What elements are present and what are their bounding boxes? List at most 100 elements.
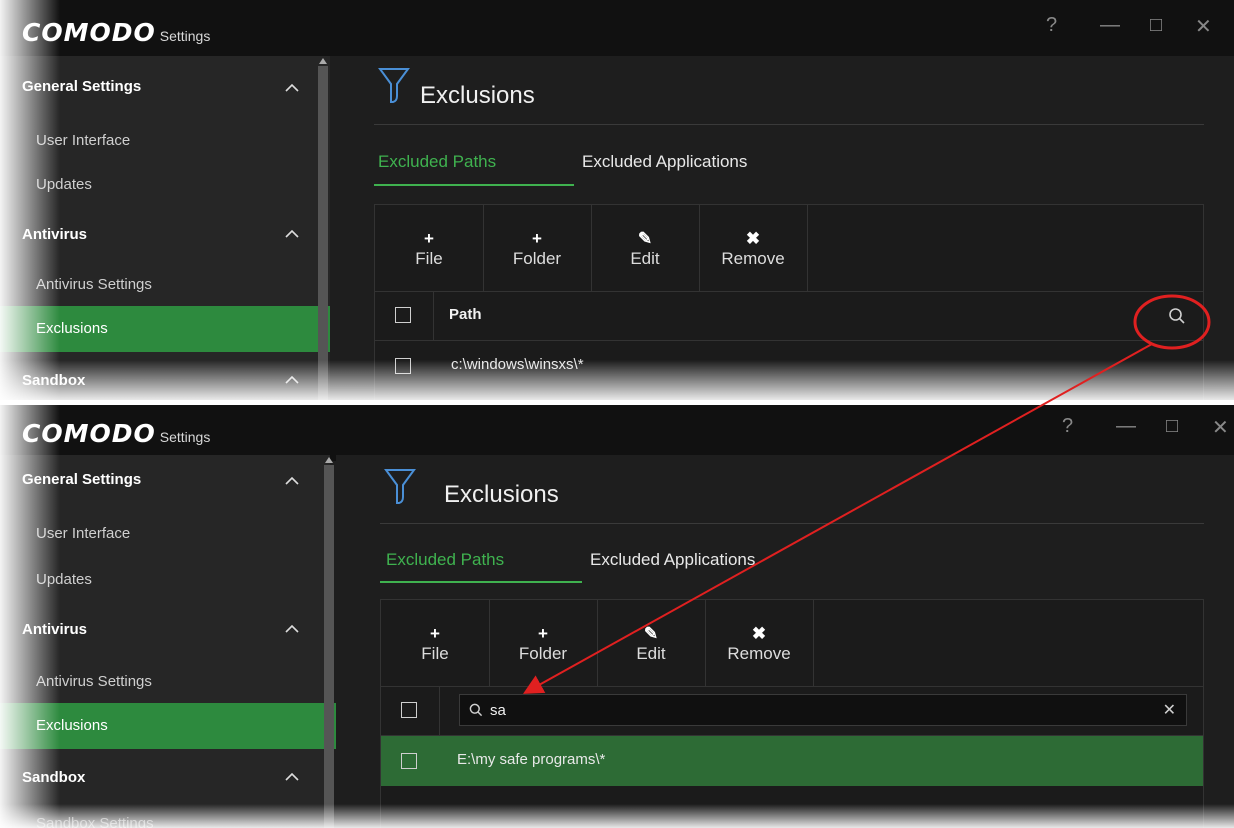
search-input[interactable]: sa — [490, 702, 506, 719]
edit-button-label: Edit — [636, 644, 666, 663]
sidebar-item-sandbox[interactable]: Sandbox — [0, 372, 338, 389]
sidebar: General Settings User Interface Updates … — [0, 455, 356, 828]
sidebar-item-sandbox[interactable]: Sandbox — [0, 769, 338, 786]
sidebar-item-sandbox-settings[interactable]: Sandbox Settings — [0, 815, 352, 828]
remove-button-label: Remove — [727, 644, 791, 663]
sidebar-item-label: Updates — [36, 571, 92, 588]
search-icon[interactable] — [1167, 306, 1187, 326]
sidebar-item-exclusions[interactable]: Exclusions — [0, 306, 352, 352]
sidebar-item-label: Antivirus — [22, 621, 88, 638]
select-all-checkbox[interactable] — [401, 702, 417, 718]
window-subtitle: Settings — [159, 28, 211, 44]
sidebar-item-label: Exclusions — [36, 320, 108, 337]
tab-excluded-paths[interactable]: Excluded Paths — [378, 152, 496, 172]
folder-button-label: Folder — [518, 644, 568, 663]
sidebar-item-label: Sandbox — [22, 769, 86, 786]
folder-button[interactable]: + Folder — [483, 205, 592, 291]
comodo-logo: COMODO Settings — [22, 419, 210, 448]
settings-window-after: COMODO Settings ? — □ ✕ General Settings … — [0, 405, 1234, 828]
edit-button[interactable]: ✎ Edit — [597, 600, 706, 686]
title-divider — [374, 124, 1204, 125]
funnel-icon — [384, 469, 416, 504]
plus-icon: + — [424, 229, 434, 248]
chevron-up-icon — [285, 83, 299, 92]
active-tab-indicator — [374, 184, 574, 186]
window-subtitle: Settings — [159, 429, 211, 445]
sidebar-item-label: User Interface — [36, 525, 131, 542]
sidebar-item-general-settings[interactable]: General Settings — [0, 471, 338, 488]
select-all-checkbox[interactable] — [395, 307, 411, 323]
search-field[interactable]: sa ✕ — [459, 694, 1187, 726]
pencil-icon: ✎ — [637, 229, 653, 248]
scroll-up-arrow-icon[interactable] — [319, 58, 327, 64]
chevron-up-icon — [285, 476, 299, 485]
sidebar-item-user-interface[interactable]: User Interface — [0, 525, 352, 542]
row-checkbox[interactable] — [395, 358, 411, 374]
folder-button-label: Folder — [512, 249, 562, 268]
title-divider — [380, 523, 1204, 524]
clear-search-icon[interactable]: ✕ — [1163, 700, 1176, 720]
title-bar: COMODO Settings ? — □ ✕ — [0, 405, 1234, 461]
chevron-up-icon — [285, 375, 299, 384]
sidebar-item-label: General Settings — [22, 471, 142, 488]
file-button[interactable]: + File — [381, 600, 490, 686]
remove-button[interactable]: ✖ Remove — [699, 205, 808, 291]
chevron-up-icon — [285, 772, 299, 781]
page-title: Exclusions — [444, 481, 559, 508]
help-button[interactable]: ? — [1062, 415, 1073, 438]
plus-icon: + — [538, 624, 548, 643]
search-icon — [469, 703, 483, 717]
sidebar-item-label: Updates — [36, 176, 92, 193]
maximize-button[interactable]: □ — [1166, 415, 1178, 438]
table-header: Path — [375, 291, 1203, 341]
tab-excluded-paths[interactable]: Excluded Paths — [386, 550, 504, 570]
sidebar-item-antivirus-settings[interactable]: Antivirus Settings — [0, 673, 352, 690]
funnel-icon — [378, 68, 410, 103]
sidebar-item-updates[interactable]: Updates — [0, 571, 352, 588]
edit-button[interactable]: ✎ Edit — [591, 205, 700, 291]
sidebar: General Settings User Interface Updates … — [0, 56, 352, 400]
sidebar-item-user-interface[interactable]: User Interface — [0, 132, 352, 149]
file-button-label: File — [415, 249, 443, 268]
minimize-button[interactable]: — — [1100, 14, 1120, 37]
brand-text: COMODO — [22, 419, 156, 448]
table-row[interactable]: E:\my safe programs\* — [381, 736, 1203, 786]
comodo-logo: COMODO Settings — [22, 18, 210, 47]
row-path: c:\windows\winsxs\* — [451, 356, 584, 373]
sidebar-item-general-settings[interactable]: General Settings — [0, 78, 338, 95]
help-button[interactable]: ? — [1046, 14, 1057, 37]
sidebar-item-exclusions[interactable]: Exclusions — [0, 703, 356, 749]
sidebar-item-label: Antivirus — [22, 226, 88, 243]
x-icon: ✖ — [751, 624, 767, 643]
toolbar: + File + Folder ✎ Edit ✖ Remove — [375, 205, 808, 291]
remove-button[interactable]: ✖ Remove — [705, 600, 814, 686]
sidebar-item-updates[interactable]: Updates — [0, 176, 352, 193]
maximize-button[interactable]: □ — [1150, 14, 1162, 37]
sidebar-scrollbar[interactable] — [318, 66, 328, 400]
sidebar-item-antivirus[interactable]: Antivirus — [0, 226, 338, 243]
header-divider — [439, 687, 440, 735]
sidebar-item-antivirus-settings[interactable]: Antivirus Settings — [0, 276, 352, 293]
scroll-up-arrow-icon[interactable] — [325, 457, 333, 463]
x-icon: ✖ — [745, 229, 761, 248]
table-row[interactable]: c:\windows\winsxs\* — [375, 341, 1203, 391]
close-button[interactable]: ✕ — [1212, 415, 1229, 440]
folder-button[interactable]: + Folder — [489, 600, 598, 686]
table-header: sa ✕ — [381, 686, 1203, 736]
chevron-up-icon — [285, 624, 299, 633]
file-button[interactable]: + File — [375, 205, 484, 291]
header-divider — [433, 292, 434, 340]
remove-button-label: Remove — [721, 249, 785, 268]
plus-icon: + — [532, 229, 542, 248]
edit-button-label: Edit — [630, 249, 660, 268]
sidebar-scrollbar[interactable] — [324, 465, 334, 828]
row-checkbox[interactable] — [401, 753, 417, 769]
tab-excluded-applications[interactable]: Excluded Applications — [590, 550, 755, 570]
row-path: E:\my safe programs\* — [457, 751, 606, 768]
tab-excluded-applications[interactable]: Excluded Applications — [582, 152, 747, 172]
sidebar-item-antivirus[interactable]: Antivirus — [0, 621, 338, 638]
sidebar-item-label: Antivirus Settings — [36, 276, 152, 293]
minimize-button[interactable]: — — [1116, 415, 1136, 438]
sidebar-item-label: Sandbox Settings — [36, 815, 154, 828]
close-button[interactable]: ✕ — [1195, 14, 1212, 39]
